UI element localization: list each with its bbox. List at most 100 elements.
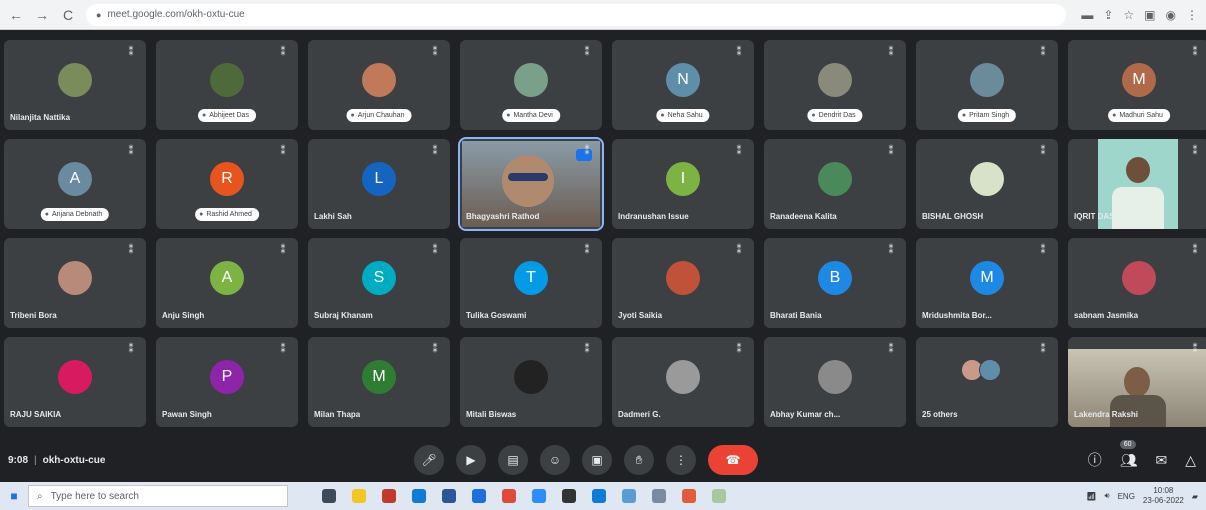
pin-icon: ● [506,112,511,119]
avatar [818,360,852,394]
clock-date: 23-06-2022 [1142,496,1184,505]
file-explorer-icon[interactable] [352,489,366,503]
participant-tile[interactable]: B ⁑ Bharati Bania [764,238,906,328]
emoji-button[interactable]: ☺ [540,445,570,475]
avatar: S [362,261,396,295]
participant-tile[interactable]: ⁑ IQRIT DAS [1068,139,1206,229]
app-icon[interactable] [712,489,726,503]
captions-button[interactable]: ▤ [498,445,528,475]
app-icon[interactable] [562,489,576,503]
reload-icon[interactable]: C [60,7,76,23]
glasses [508,173,548,181]
participant-tile[interactable]: ⁑ ● Dendrit Das [764,40,906,130]
present-button[interactable]: ▣ [582,445,612,475]
participant-tile[interactable]: S ⁑ Subraj Khanam [308,238,450,328]
task-view-icon[interactable] [322,489,336,503]
participant-tile[interactable]: ⁑ ● Abhijeet Das [156,40,298,130]
avatar [970,63,1004,97]
participant-tile[interactable]: ⁑ Lakendra Rakshi [1068,337,1206,427]
participant-tile[interactable]: ⁑ ● Pritam Singh [916,40,1058,130]
avatar [210,63,244,97]
participant-name: Milan Thapa [314,410,361,419]
participant-name: RAJU SAIKIA [10,410,62,419]
forward-icon[interactable]: → [34,7,50,23]
avatar [514,63,548,97]
menu-icon[interactable]: ⋮ [1186,8,1198,22]
volume-icon[interactable]: 🔊︎ [1105,491,1110,501]
star-icon[interactable]: ☆ [1123,8,1134,22]
mic-off-icon: ⁑ [280,245,286,256]
participant-tile[interactable]: ⁑ sabnam Jasmika [1068,238,1206,328]
name-pill: ● Anjana Debnath [40,208,110,221]
participant-name: Anjana Debnath [52,211,103,218]
participant-tile[interactable]: ⁑ ● Mantha Devi [460,40,602,130]
participant-tile[interactable]: N ⁑ ● Neha Sahu [612,40,754,130]
participant-tile[interactable]: ⁑ RAJU SAIKIA [4,337,146,427]
participant-grid: ⁑ Nilanjita Nattika ⁑ ● Abhijeet Das ⁑ ● Arjun … [4,40,1206,427]
participant-tile[interactable]: ⁑ Dadmeri G. [612,337,754,427]
share-icon[interactable]: ⇪ [1103,8,1113,22]
participant-tile[interactable]: A ⁑ ● Anjana Debnath [4,139,146,229]
zoom-icon[interactable] [532,489,546,503]
info-icon[interactable]: ⓘ [1088,450,1102,470]
participant-tile[interactable]: ⁑ Abhay Kumar ch... [764,337,906,427]
participant-tile[interactable]: A ⁑ Anju Singh [156,238,298,328]
address-bar[interactable]: ● meet.google.com/okh-oxtu-cue [86,3,1066,26]
participant-tile[interactable]: R ⁑ ● Rashid Ahmed [156,139,298,229]
mic-off-icon: ⁑ [1192,344,1198,355]
participant-tile[interactable]: ⁑ Nilanjita Nattika [4,40,146,130]
participant-tile[interactable]: ⁑ Tribeni Bora [4,238,146,328]
profile-icon[interactable]: ◉ [1166,8,1176,22]
participant-tile[interactable]: M ⁑ ● Madhuri Sahu [1068,40,1206,130]
language-indicator[interactable]: ENG [1118,492,1135,501]
avatar [979,359,1001,381]
participant-name: Subraj Khanam [314,311,373,320]
edge-icon[interactable] [412,489,426,503]
chat-icon[interactable]: ✉ [1155,452,1167,469]
more-button[interactable]: ⋮ [666,445,696,475]
network-icon[interactable]: 📶︎ [1086,492,1096,501]
people-icon[interactable]: 60 👥︎ [1119,439,1137,469]
clock[interactable]: 10:08 23-06-2022 [1143,486,1184,506]
participant-name: Dadmeri G. [618,410,661,419]
windows-start-icon[interactable]: ■ [0,489,28,503]
app-icon[interactable] [382,489,396,503]
participant-tile[interactable]: T ⁑ Tulika Goswami [460,238,602,328]
window-icon[interactable]: ▣ [1144,8,1155,22]
participant-tile[interactable]: ⁑ Ranadeena Kalita [764,139,906,229]
app-icon[interactable] [652,489,666,503]
raise-hand-button[interactable]: ✋︎ [624,445,654,475]
participant-tile[interactable]: I ⁑ Indranushan Issue [612,139,754,229]
camera-button[interactable]: ▶ [456,445,486,475]
participant-tile[interactable]: M ⁑ Mridushmita Bor... [916,238,1058,328]
participant-tile[interactable]: ⁑ 25 others [916,337,1058,427]
bottom-bar: 9:08 | okh-oxtu-cue 🎤︎ ▶ ▤ ☺ ▣ ✋︎ ⋮ ☎ ⓘ 60… [0,438,1206,482]
app-icon[interactable] [622,489,636,503]
mail-icon[interactable] [592,489,606,503]
word-icon[interactable] [442,489,456,503]
chrome-icon[interactable] [502,489,516,503]
participant-name: Tribeni Bora [10,311,57,320]
participant-tile[interactable]: M ⁑ Milan Thapa [308,337,450,427]
mic-button[interactable]: 🎤︎ [414,445,444,475]
participant-tile[interactable]: ⁑ Jyoti Saikia [612,238,754,328]
participant-tile[interactable]: ⁑ BISHAL GHOSH [916,139,1058,229]
back-icon[interactable]: ← [8,7,24,23]
name-pill: ● Madhuri Sahu [1108,109,1170,122]
store-icon[interactable] [472,489,486,503]
head [1126,157,1150,183]
participant-name: Bharati Bania [770,311,822,320]
participant-tile[interactable]: P ⁑ Pawan Singh [156,337,298,427]
notification-icon[interactable]: ▰ [1192,492,1198,501]
participant-count: 60 [1119,439,1136,449]
participant-tile[interactable]: ⁑ ● Arjun Chauhan [308,40,450,130]
taskbar-search[interactable]: ⌕ Type here to search [28,485,288,507]
participant-tile[interactable]: ⁑ Bhagyashri Rathod [458,137,604,231]
pin-icon: ● [199,211,204,218]
end-call-button[interactable]: ☎ [708,445,758,475]
activities-icon[interactable]: △ [1185,452,1196,469]
chrome-icon[interactable] [682,489,696,503]
camera-status-icon[interactable]: ▬ [1081,8,1093,22]
participant-tile[interactable]: ⁑ Mitali Biswas [460,337,602,427]
participant-tile[interactable]: L ⁑ Lakhi Sah [308,139,450,229]
